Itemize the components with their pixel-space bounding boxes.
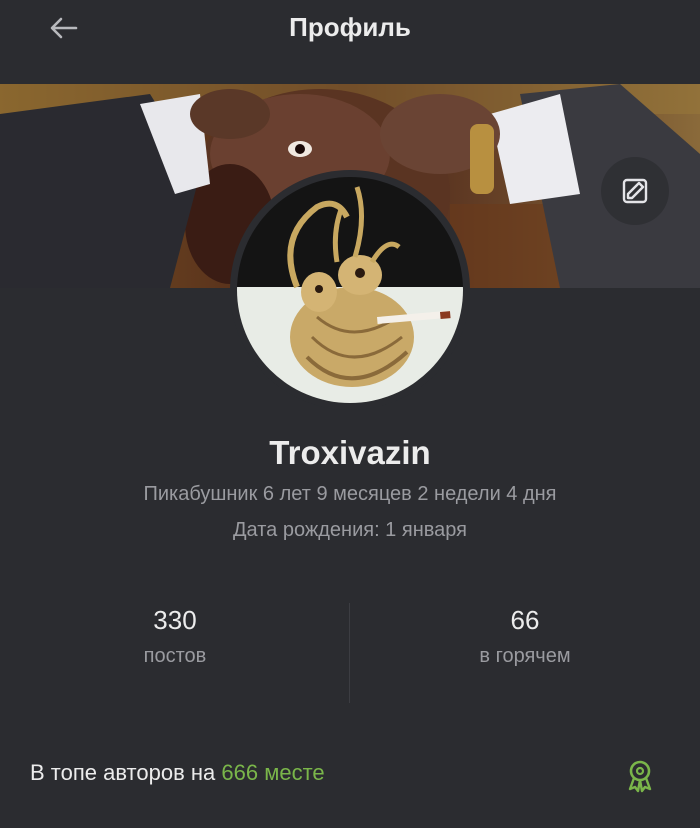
tenure-text: Пикабушник 6 лет 9 месяцев 2 недели 4 дн… <box>143 483 557 505</box>
award-button[interactable] <box>620 756 660 796</box>
stats-divider <box>349 603 350 703</box>
username: Troxivazin <box>269 434 431 471</box>
avatar[interactable] <box>230 170 470 410</box>
top-bar: Профиль <box>0 0 700 84</box>
stat-posts[interactable]: 330 постов <box>5 604 345 668</box>
birthday-text: Дата рождения: 1 января <box>232 519 467 541</box>
edit-cover-button[interactable] <box>601 157 669 225</box>
top-authors-rank[interactable]: 666 месте <box>221 760 324 785</box>
stat-posts-label: постов <box>143 645 207 667</box>
top-authors-text: В топе авторов на 666 месте <box>30 760 325 786</box>
stat-hot-value: 66 <box>510 605 540 635</box>
page-title: Профиль <box>289 12 411 42</box>
stat-hot-label: в горячем <box>479 645 571 667</box>
stat-posts-value: 330 <box>153 605 197 635</box>
award-icon <box>628 760 652 793</box>
top-authors-prefix: В топе авторов на <box>30 760 222 785</box>
stat-hot[interactable]: 66 в горячем <box>355 604 695 668</box>
edit-icon <box>622 178 648 204</box>
